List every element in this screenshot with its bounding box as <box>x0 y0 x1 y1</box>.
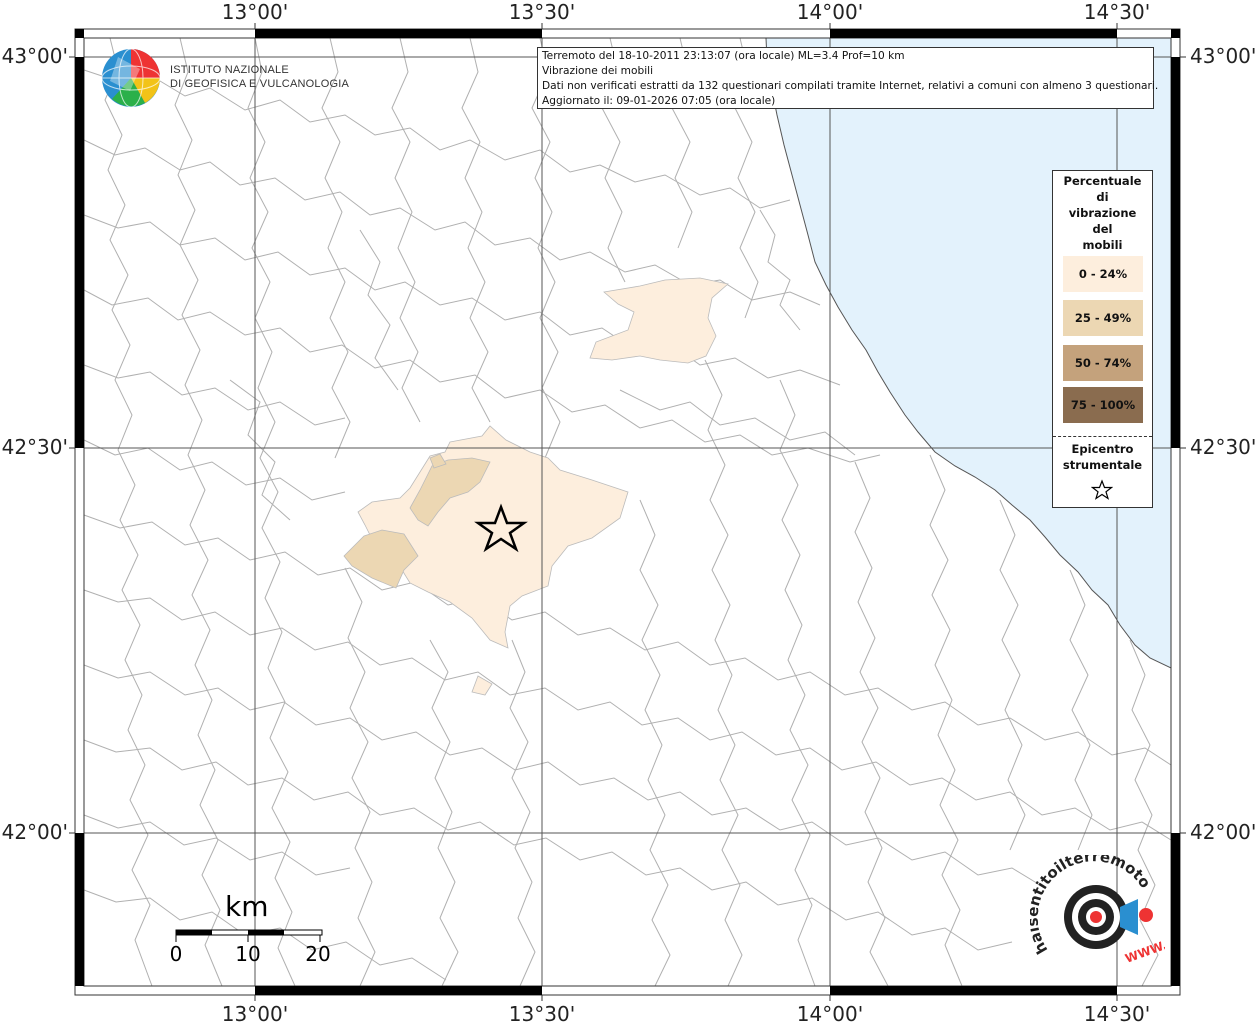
updated-timestamp: Aggiornato il: 09-01-2026 07:05 (ora loc… <box>542 95 776 107</box>
lon-tick-top-1300: 13°00' <box>221 0 289 24</box>
legend-class-75-100: 75 - 100% <box>1063 387 1143 423</box>
lat-tick-left-4300: 43°00' <box>1 44 68 68</box>
epicenter-label: Epicentro strumentale <box>1062 442 1143 472</box>
lat-tick-left-4230: 42°30' <box>1 435 68 459</box>
legend-class-25-49: 25 - 49% <box>1063 300 1143 336</box>
lon-tick-bottom-1430: 14°30' <box>1083 1002 1151 1026</box>
data-note: Dati non verificati estratti da 132 ques… <box>542 80 1159 92</box>
lon-tick-bottom-1300: 13°00' <box>221 1002 289 1026</box>
event-info-box: Terremoto del 18-10-2011 23:13:07 (ora l… <box>537 47 1159 109</box>
lon-tick-top-1430: 14°30' <box>1083 0 1151 24</box>
scale-label-10: 10 <box>235 942 261 966</box>
legend-title: Percentuale di vibrazione del mobili <box>1063 174 1142 252</box>
legend-class-0-24: 0 - 24% <box>1063 256 1143 292</box>
globe-icon <box>101 48 161 108</box>
ingv-logo: ISTITUTO NAZIONALE DI GEOFISICA E VULCAN… <box>100 47 349 109</box>
map-subject: Vibrazione dei mobili <box>542 65 654 77</box>
scale-label-20: 20 <box>305 942 331 966</box>
legend-star-icon <box>1091 479 1113 500</box>
lat-tick-right-4200: 42°00' <box>1190 820 1255 844</box>
lon-tick-bottom-1400: 14°00' <box>796 1002 864 1026</box>
lon-tick-bottom-1330: 13°30' <box>508 1002 576 1026</box>
event-title: Terremoto del 18-10-2011 23:13:07 (ora l… <box>542 50 905 62</box>
scale-unit: km <box>225 890 269 923</box>
legend-separator <box>1053 436 1152 437</box>
legend-class-50-74: 50 - 74% <box>1063 345 1143 381</box>
brand-www: WWW. <box>1123 938 1165 966</box>
ingv-name-line2: DI GEOFISICA E VULCANOLOGIA <box>170 78 349 90</box>
ingv-name-line1: ISTITUTO NAZIONALE <box>170 64 289 76</box>
scale-label-0: 0 <box>169 942 183 966</box>
lon-tick-top-1330: 13°30' <box>508 0 576 24</box>
lat-tick-left-4200: 42°00' <box>1 820 68 844</box>
lon-tick-top-1400: 14°00' <box>796 0 864 24</box>
lat-tick-right-4300: 43°00' <box>1190 44 1255 68</box>
lat-tick-right-4230: 42°30' <box>1190 435 1255 459</box>
scale-bar: km 0 10 20 <box>170 890 340 970</box>
haisentito-logo: haisentitoilterremoto.it WWW. <box>1024 841 1169 980</box>
legend: Percentuale di vibrazione del mobili 0 -… <box>1052 170 1153 508</box>
